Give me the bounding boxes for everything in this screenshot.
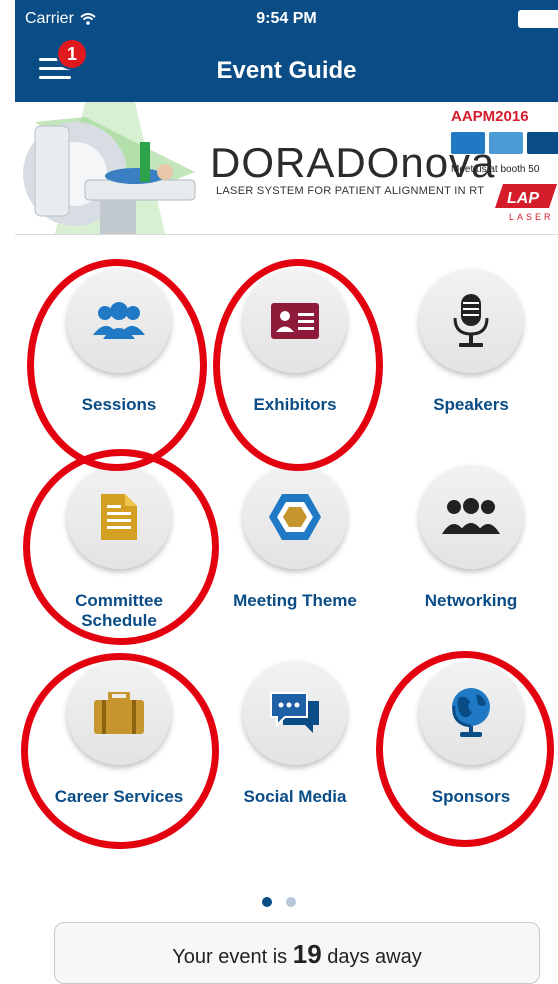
tile-social-media[interactable]: Social Media [207, 627, 383, 817]
exhibitors-button[interactable] [243, 269, 347, 373]
tile-label: Committee Schedule [75, 591, 163, 630]
group-icon [442, 498, 500, 534]
lap-text: LAP [507, 190, 539, 207]
tile-networking[interactable]: Networking [383, 431, 558, 621]
speakers-button[interactable] [419, 269, 523, 373]
brand-tagline: LASER SYSTEM FOR PATIENT ALIGNMENT IN RT [216, 185, 485, 197]
career-services-button[interactable] [67, 661, 171, 765]
tile-label: Speakers [433, 395, 509, 414]
briefcase-icon [94, 692, 144, 734]
meeting-theme-button[interactable] [243, 465, 347, 569]
social-media-button[interactable] [243, 661, 347, 765]
document-icon [101, 494, 137, 540]
status-time: 9:54 PM [256, 10, 317, 27]
countdown-text: Your event is 19 days away [172, 939, 422, 969]
aapm-strip [451, 132, 558, 154]
status-bar: Carrier [25, 10, 96, 28]
tile-sponsors[interactable]: Sponsors [383, 627, 558, 817]
app-header: Carrier 9:54 PM 1 Event Guide [15, 0, 558, 102]
tile-label: Sponsors [431, 787, 511, 806]
tile-label: Networking [424, 591, 518, 610]
tile-label: Social Media [243, 787, 347, 806]
notification-badge: 1 [58, 40, 86, 68]
hexagon-icon [269, 494, 321, 540]
tile-meeting-theme[interactable]: Meeting Theme [207, 431, 383, 621]
tile-career-services[interactable]: Career Services [31, 627, 207, 817]
lap-laser-logo: LAP LASER [495, 184, 557, 222]
page-dot-active[interactable] [262, 897, 272, 907]
tile-committee-schedule[interactable]: Committee Schedule [31, 431, 207, 630]
laser-text: LASER [509, 212, 554, 222]
event-countdown: Your event is 19 days away [54, 922, 540, 984]
tile-label: Career Services [54, 787, 184, 806]
tile-exhibitors[interactable]: Exhibitors [207, 235, 383, 425]
tile-sessions[interactable]: Sessions [31, 235, 207, 425]
tile-speakers[interactable]: Speakers [383, 235, 558, 425]
globe-icon [452, 688, 490, 737]
carrier-label: Carrier [25, 10, 96, 28]
tile-label: Meeting Theme [233, 591, 357, 610]
id-card-icon [271, 303, 319, 339]
battery-icon [518, 10, 558, 28]
tile-label: Sessions [81, 395, 157, 414]
chat-icon [270, 692, 319, 733]
aapm-badge: AAPM2016 Meet us at booth 50 LAP LASER [451, 108, 558, 228]
sponsor-banner[interactable]: DORADOnova LASER SYSTEM FOR PATIENT ALIG… [15, 102, 558, 235]
page-indicator[interactable] [262, 897, 296, 907]
wifi-icon [80, 13, 96, 25]
committee-schedule-button[interactable] [67, 465, 171, 569]
aapm-title: AAPM2016 [451, 108, 529, 125]
tile-label: Exhibitors [253, 395, 337, 414]
booth-text: Meet us at booth 50 [451, 164, 540, 175]
microphone-icon [453, 294, 489, 347]
sessions-button[interactable] [67, 269, 171, 373]
networking-button[interactable] [419, 465, 523, 569]
radiotherapy-machine-image [15, 102, 215, 234]
page-title: Event Guide [216, 57, 357, 84]
users-icon [93, 302, 145, 339]
page-dot[interactable] [286, 897, 296, 907]
sponsors-button[interactable] [419, 661, 523, 765]
